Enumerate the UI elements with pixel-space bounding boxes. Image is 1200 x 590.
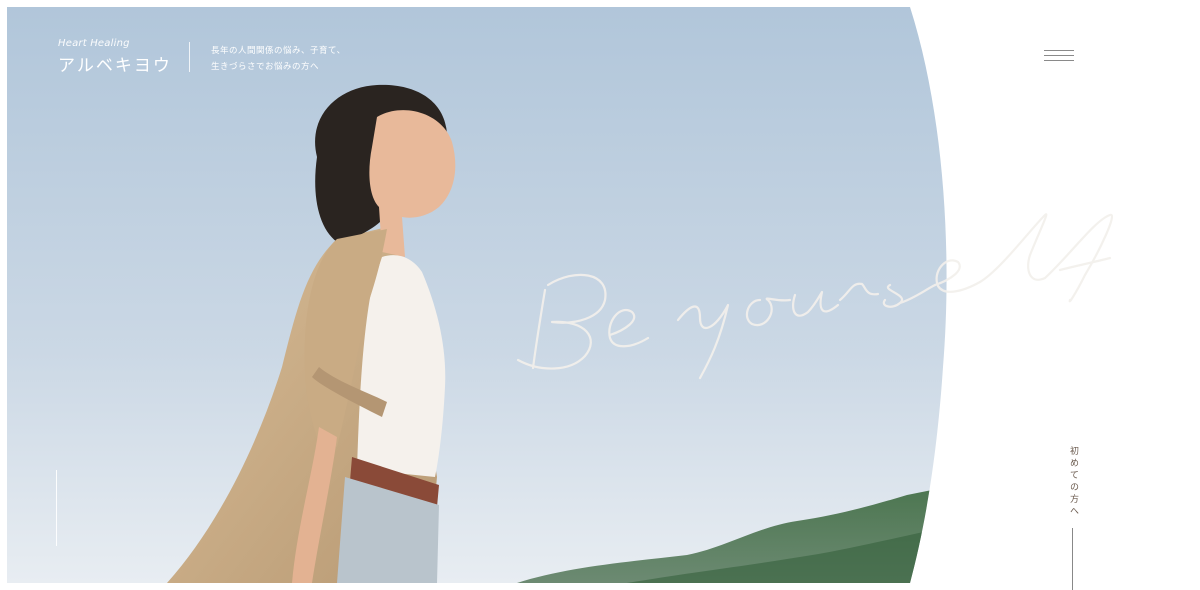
tagline-line-2: 生きづらさでお悩みの方へ [211, 62, 320, 72]
header-divider [189, 42, 190, 72]
brand-name: アルベキヨウ [58, 56, 172, 76]
menu-bar-top [1044, 50, 1074, 51]
page: Heart Healing アルベキヨウ 長年の人間関係の悩み、子育て、 生きづ… [0, 0, 1200, 590]
menu-bar-bottom [1044, 60, 1074, 61]
brand-subtitle: Heart Healing [58, 38, 130, 49]
brand-logo[interactable]: Heart Healing アルベキヨウ [58, 38, 172, 76]
menu-bar-middle [1044, 55, 1074, 56]
first-visit-line [1072, 528, 1073, 590]
tagline: 長年の人間関係の悩み、子育て、 生きづらさでお悩みの方へ [211, 43, 346, 75]
scroll-indicator-line [56, 470, 57, 546]
first-visit-link[interactable]: 初めての方へ [1064, 446, 1080, 518]
hero-image [7, 7, 1193, 583]
hero-photo [7, 7, 947, 583]
tagline-line-1: 長年の人間関係の悩み、子育て、 [211, 46, 346, 56]
hamburger-menu-icon[interactable] [1044, 50, 1074, 64]
